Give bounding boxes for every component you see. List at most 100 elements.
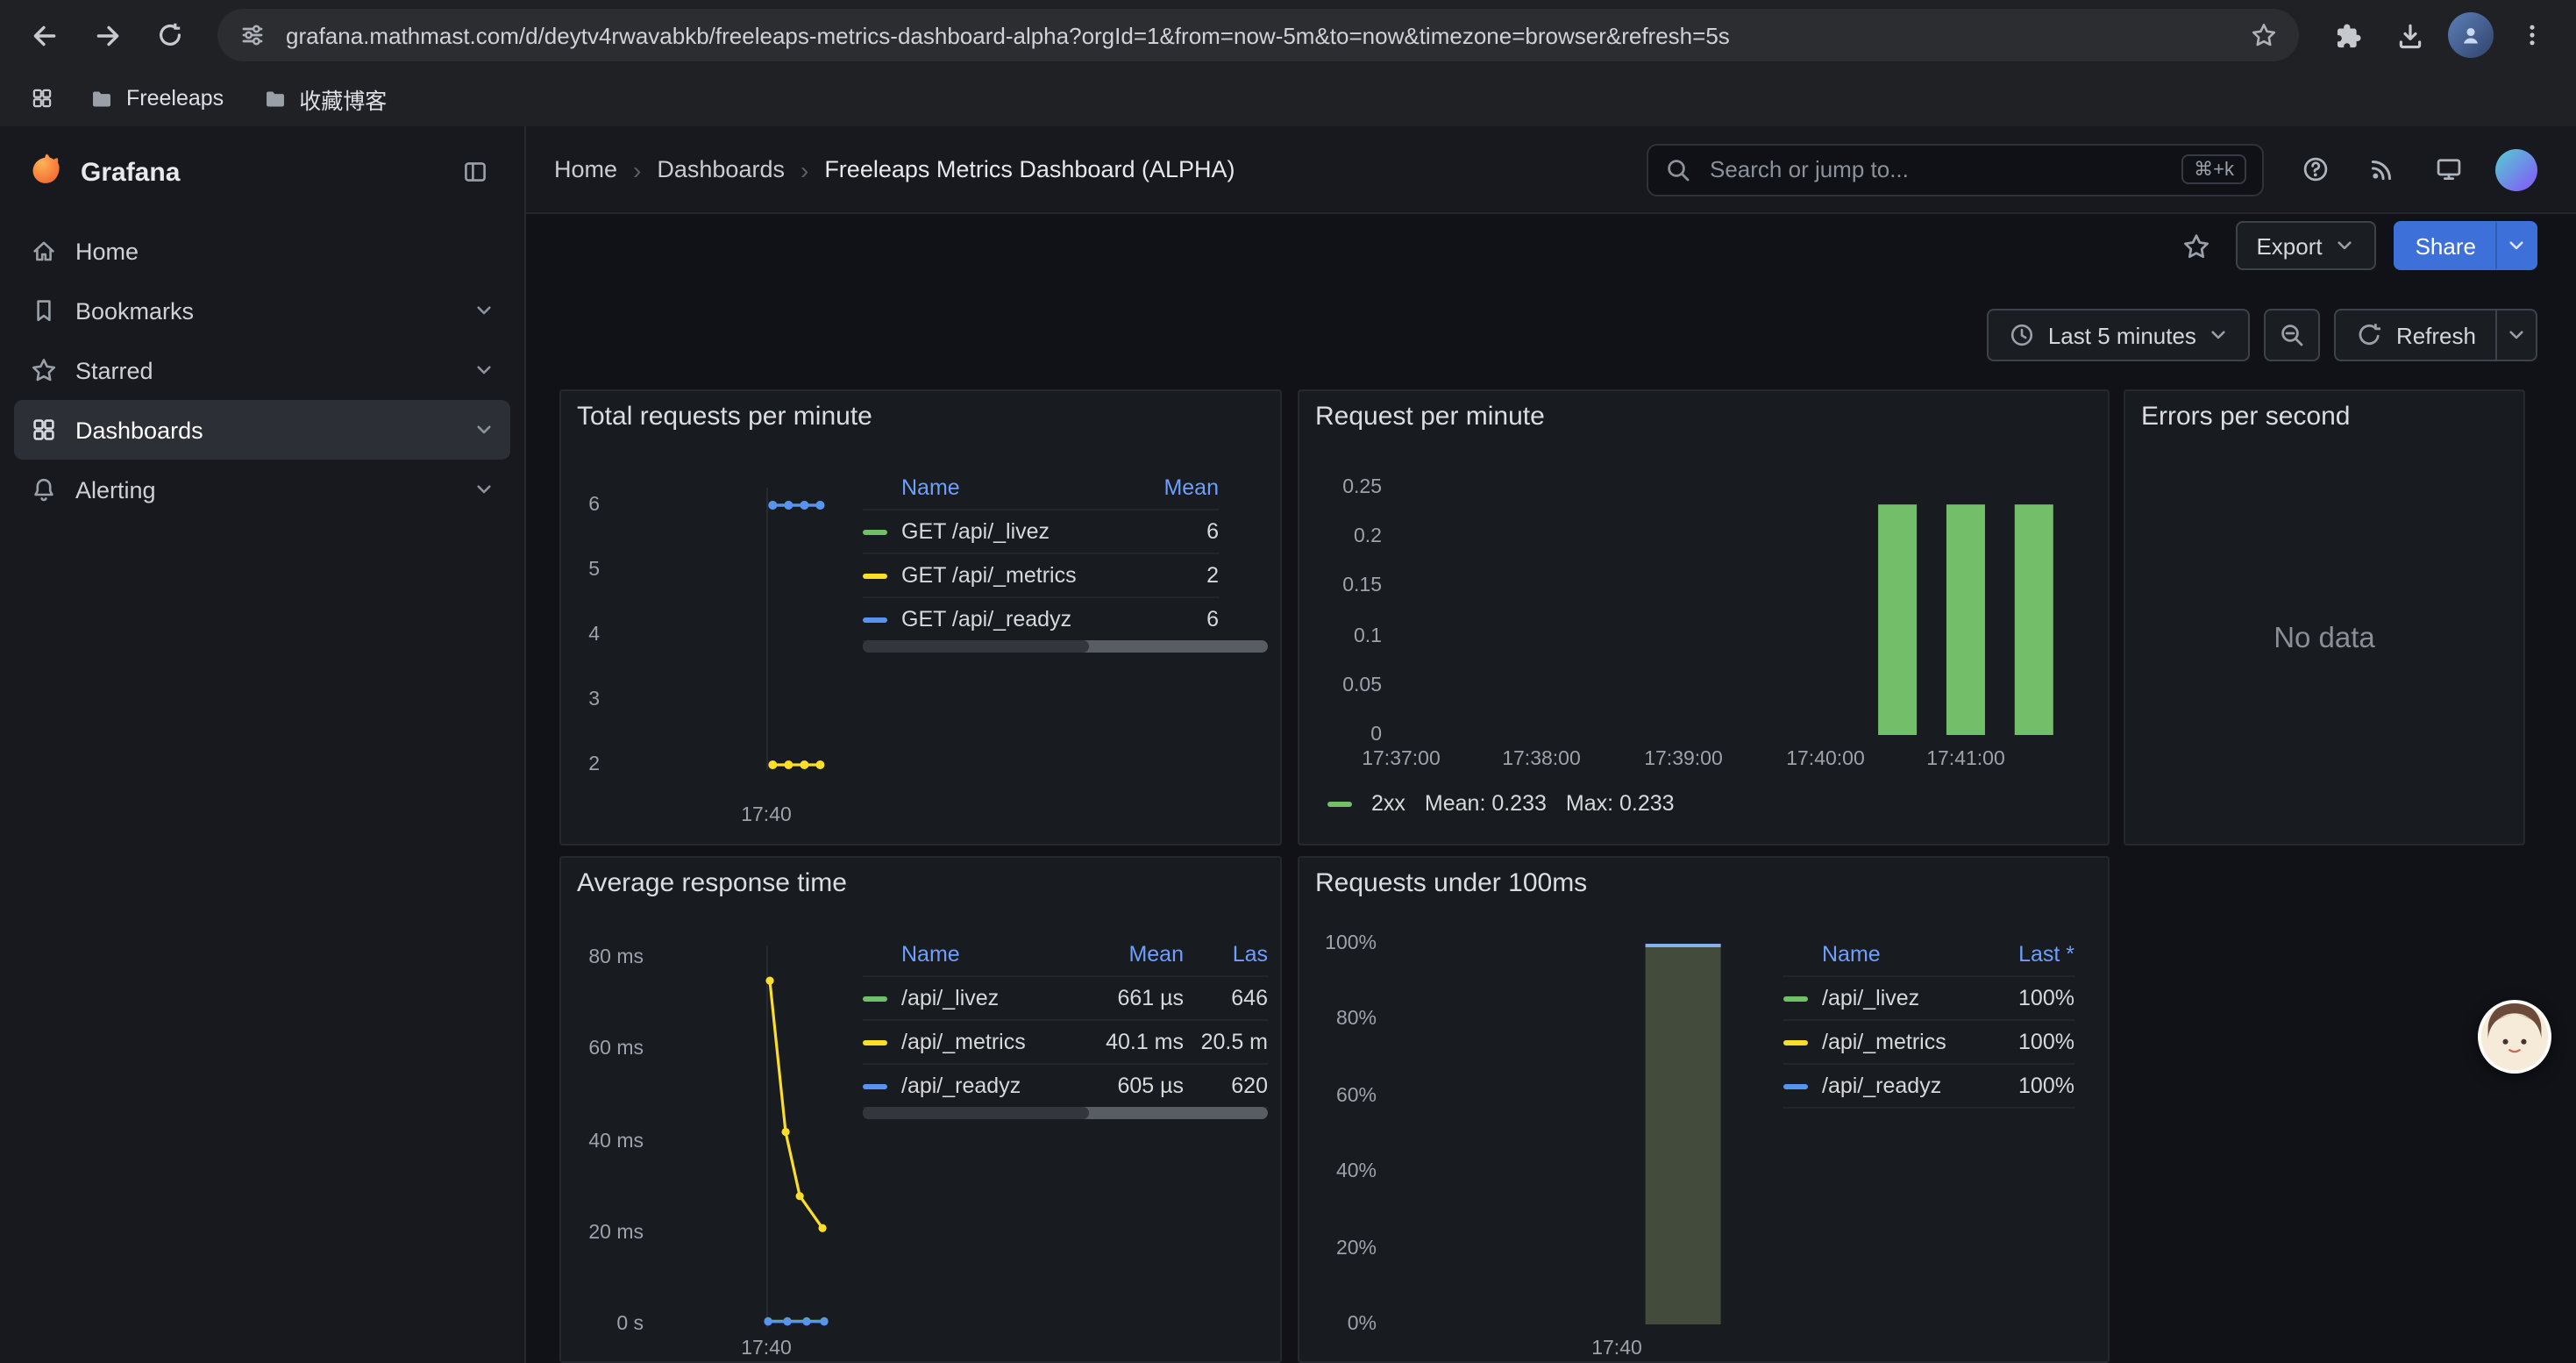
legend-header-name[interactable]: Name bbox=[1822, 941, 1980, 966]
legend-series-toggle[interactable]: /api/_readyz bbox=[901, 1074, 1075, 1098]
time-range-picker[interactable]: Last 5 minutes bbox=[1987, 309, 2251, 361]
user-avatar[interactable] bbox=[2495, 148, 2537, 190]
panel-left-icon bbox=[461, 158, 489, 186]
legend-row: /api/_livez 100% bbox=[1783, 977, 2074, 1021]
bookmarks-bar: Freeleaps 收藏博客 bbox=[0, 70, 2576, 126]
legend-series-toggle[interactable]: GET /api/_metrics bbox=[901, 563, 1142, 588]
bar-chart[interactable] bbox=[1299, 391, 2110, 846]
sidebar: Grafana Home Bookmarks Starred bbox=[0, 126, 526, 1363]
legend-series-toggle[interactable]: GET /api/_readyz bbox=[901, 607, 1142, 632]
forward-button[interactable] bbox=[77, 5, 137, 65]
legend-value: 620 bbox=[1184, 1074, 1268, 1098]
legend-header-name[interactable]: Name bbox=[901, 941, 1075, 966]
panel-title[interactable]: Errors per second bbox=[2141, 402, 2350, 432]
url-bar[interactable] bbox=[217, 9, 2299, 61]
bookmark-star-icon[interactable] bbox=[2250, 21, 2278, 49]
y-axis-tick: 3 bbox=[565, 689, 600, 712]
legend-header-mean[interactable]: Mean bbox=[1142, 475, 1219, 499]
back-button[interactable] bbox=[14, 5, 74, 65]
legend-scrollbar[interactable] bbox=[863, 640, 1268, 653]
x-axis-tick: 17:41:00 bbox=[1910, 749, 2022, 772]
bookmark-icon bbox=[30, 296, 58, 325]
breadcrumb-dashboards[interactable]: Dashboards bbox=[657, 156, 785, 182]
y-axis-tick: 5 bbox=[565, 560, 600, 582]
reload-button[interactable] bbox=[140, 5, 200, 65]
legend-series-toggle[interactable]: /api/_livez bbox=[1822, 986, 1980, 1010]
refresh-button[interactable]: Refresh bbox=[2335, 309, 2495, 361]
chevron-down-icon[interactable] bbox=[473, 360, 495, 381]
legend-header-name[interactable]: Name bbox=[901, 475, 1142, 499]
y-axis-tick: 0.15 bbox=[1305, 575, 1382, 598]
sidebar-item-dashboards[interactable]: Dashboards bbox=[14, 400, 510, 460]
zoom-out-button[interactable] bbox=[2265, 309, 2321, 361]
y-axis-tick: 80% bbox=[1303, 1009, 1377, 1031]
monitor-icon bbox=[2434, 154, 2464, 184]
legend-series-toggle[interactable]: /api/_readyz bbox=[1822, 1074, 1980, 1098]
bookmark-item-blog[interactable]: 收藏博客 bbox=[246, 75, 402, 122]
legend-series-toggle[interactable]: GET /api/_livez bbox=[901, 519, 1142, 544]
kiosk-mode-button[interactable] bbox=[2429, 149, 2469, 189]
legend-scrollbar[interactable] bbox=[863, 1107, 1268, 1119]
legend-table: Name Mean GET /api/_livez 6 GET /api/_me… bbox=[863, 465, 1219, 642]
export-button[interactable]: Export bbox=[2235, 221, 2376, 270]
apps-launcher-button[interactable] bbox=[18, 75, 67, 121]
sidebar-item-label: Bookmarks bbox=[75, 297, 194, 324]
legend-row: /api/_readyz 605 µs 620 bbox=[863, 1065, 1268, 1109]
search-box[interactable]: ⌘+k bbox=[1647, 143, 2264, 196]
sidebar-item-alerting[interactable]: Alerting bbox=[14, 460, 510, 519]
search-input[interactable] bbox=[1706, 154, 2167, 184]
legend-series-toggle[interactable]: /api/_livez bbox=[901, 986, 1075, 1010]
legend-series-toggle[interactable]: /api/_metrics bbox=[901, 1030, 1075, 1054]
legend-header-last[interactable]: Last * bbox=[1980, 941, 2074, 966]
legend-header-mean[interactable]: Mean bbox=[1075, 941, 1184, 966]
share-dropdown-button[interactable] bbox=[2495, 221, 2537, 270]
series-color-swatch bbox=[863, 995, 887, 1001]
collapse-sidebar-button[interactable] bbox=[451, 147, 500, 196]
share-label: Share bbox=[2416, 232, 2476, 259]
y-axis-tick: 80 ms bbox=[565, 947, 644, 970]
legend-row: GET /api/_metrics 2 bbox=[863, 554, 1219, 598]
scrollbar-thumb[interactable] bbox=[863, 1107, 1090, 1119]
legend-series-toggle[interactable]: 2xx bbox=[1371, 791, 1405, 816]
chevron-down-icon[interactable] bbox=[473, 479, 495, 500]
refresh-interval-dropdown[interactable] bbox=[2495, 309, 2537, 361]
legend-header-last[interactable]: Las bbox=[1184, 941, 1268, 966]
chevron-down-icon[interactable] bbox=[473, 419, 495, 440]
legend-series-toggle[interactable]: /api/_metrics bbox=[1822, 1030, 1980, 1054]
bookmark-item-freeleaps[interactable]: Freeleaps bbox=[74, 79, 239, 118]
help-button[interactable] bbox=[2295, 149, 2336, 189]
x-axis-tick: 17:37:00 bbox=[1345, 749, 1457, 772]
x-axis-tick: 17:40 bbox=[728, 1338, 805, 1361]
legend-row: /api/_metrics 40.1 ms 20.5 m bbox=[863, 1021, 1268, 1065]
news-button[interactable] bbox=[2362, 149, 2402, 189]
legend-value: 2 bbox=[1142, 563, 1219, 588]
folder-icon bbox=[262, 86, 287, 111]
url-input[interactable] bbox=[282, 20, 2234, 50]
breadcrumb-separator: › bbox=[801, 155, 808, 183]
grafana-logo[interactable] bbox=[25, 148, 63, 196]
extensions-button[interactable] bbox=[2316, 5, 2376, 65]
share-button[interactable]: Share bbox=[2395, 221, 2495, 270]
legend-row: /api/_metrics 100% bbox=[1783, 1021, 2074, 1065]
favorite-dashboard-button[interactable] bbox=[2174, 224, 2217, 268]
breadcrumb-home[interactable]: Home bbox=[554, 156, 617, 182]
sidebar-item-bookmarks[interactable]: Bookmarks bbox=[14, 281, 510, 340]
legend-row: GET /api/_livez 6 bbox=[863, 510, 1219, 554]
sidebar-item-starred[interactable]: Starred bbox=[14, 340, 510, 400]
refresh-icon bbox=[2356, 321, 2384, 349]
sidebar-item-home[interactable]: Home bbox=[14, 221, 510, 281]
keyboard-shortcut-hint: ⌘+k bbox=[2181, 154, 2246, 184]
assistant-avatar-overlay[interactable] bbox=[2478, 1000, 2551, 1074]
chevron-down-icon[interactable] bbox=[473, 300, 495, 321]
sidebar-item-label: Home bbox=[75, 238, 139, 264]
scrollbar-thumb[interactable] bbox=[863, 640, 1090, 653]
downloads-button[interactable] bbox=[2380, 5, 2439, 65]
site-info-icon[interactable] bbox=[238, 21, 267, 49]
sidebar-nav: Home Bookmarks Starred Dashboards bbox=[0, 218, 524, 523]
profile-avatar[interactable] bbox=[2448, 12, 2494, 58]
y-axis-tick: 20 ms bbox=[565, 1223, 644, 1245]
chevron-down-icon bbox=[2506, 325, 2527, 346]
browser-menu-button[interactable] bbox=[2502, 5, 2562, 65]
legend-mean: Mean: 0.233 bbox=[1425, 791, 1547, 816]
legend-value: 6 bbox=[1142, 607, 1219, 632]
